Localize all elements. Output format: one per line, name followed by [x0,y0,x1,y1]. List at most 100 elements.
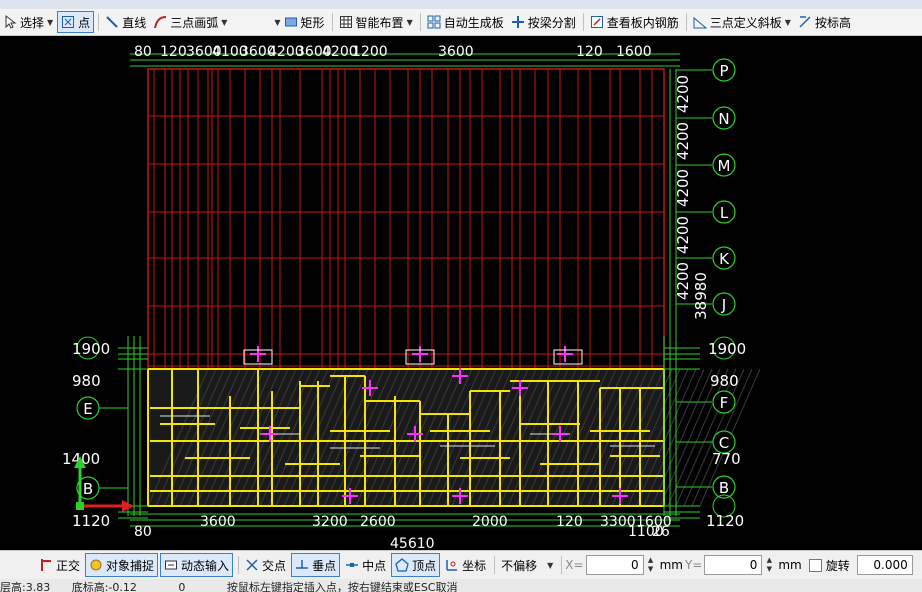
command-hint: 按鼠标左键指定插入点，按右键结束或ESC取消 [226,581,458,592]
ucs-origin [76,502,84,510]
dimension-label: 2600 [360,514,396,530]
rect-button[interactable]: 矩形 [281,12,328,32]
toolbar-separator [419,13,421,31]
line-button[interactable]: 直线 [102,12,149,32]
axis-label: P [719,62,728,80]
dimension-label: 1600 [636,514,672,530]
slope-icon [693,15,708,29]
toolbar-separator [685,13,687,31]
x-label: X= [565,558,584,572]
checkbox-icon[interactable] [808,558,822,572]
rebar-view-icon [590,15,604,29]
object-snap-toggle[interactable]: 对象捕捉 [85,553,159,577]
split-by-beam-button[interactable]: 按梁分割 [508,12,579,32]
y-offset-input[interactable]: 0 ▲ ▼ [704,555,772,575]
dimension-label: 980 [710,372,739,390]
elevation-icon [798,15,812,29]
axis-label: L [720,204,729,222]
chevron-down-icon: ▼ [547,560,554,570]
dimension-label: 120 [556,514,583,530]
perpendicular-snap-toggle[interactable]: 垂点 [291,553,341,577]
drawing-canvas[interactable]: P N M L K J F C B E B 4200 4200 4200 4200 4200 38980 1900… [0,36,922,550]
arc-icon [153,15,167,29]
plan-block [147,368,665,507]
dimension-label: 45610 [390,536,435,550]
three-point-slope-button[interactable]: 三点定义斜板 ▼ [690,12,794,32]
dimension-label: 1900 [72,340,110,358]
dimension-label: 4200 [674,122,692,160]
dimension-label: 3200 [312,514,348,530]
axis-label: M [718,157,731,175]
dynamic-input-toggle[interactable]: 动态输入 [160,553,234,577]
slab-grid-icon [427,15,441,29]
axis-label: E [83,400,92,418]
chevron-down-icon[interactable]: ▼ [785,18,791,27]
dimension-label: 1120 [706,512,744,530]
toolbar-separator [98,13,100,31]
base-elevation: 底标高:-0.12 [71,581,137,592]
dimension-label: 4200 [674,75,692,113]
toolbar-separator [582,13,584,31]
floor-height: 层高:3.83 [0,581,51,592]
rotate-angle-input[interactable]: 0.000 [856,555,913,575]
by-elevation-button[interactable]: 按标高 [795,12,854,32]
coordinate-snap-toggle[interactable]: 坐标 [442,554,489,576]
axis-label: N [718,110,729,128]
rotate-checkbox[interactable]: 旋转 [806,554,853,576]
point-button[interactable]: 点 [57,11,95,33]
intersect-icon [245,558,259,572]
coordinate-icon [445,558,459,572]
select-button[interactable]: 选择 ▼ [0,12,56,32]
snap-icon [89,558,103,572]
split-icon [511,15,525,29]
cad-drawing[interactable]: PNMLKJFCBEB42004200420042004200 389801900… [0,36,922,550]
arc-button[interactable]: 三点画弧 ▼ [150,12,230,32]
dimension-label: 120 [160,44,187,60]
dimension-label: 80 [134,44,152,60]
dimension-label: 3600 [200,514,236,530]
spinner-icon[interactable]: ▲ ▼ [645,556,657,574]
ortho-toggle[interactable]: 正交 [36,554,83,576]
status-separator [494,556,496,574]
axis-label: B [83,480,93,498]
status-separator [238,556,240,574]
y-label: Y= [684,558,703,572]
dimension-label: 2000 [472,514,508,530]
dimension-label: 1120 [72,512,110,530]
toolbar-separator [331,13,333,31]
vertex-snap-toggle[interactable]: 顶点 [391,553,441,577]
status-toolbar: 正交 对象捕捉 动态输入 交点 垂点 中点 顶点 坐标 不偏移 ▼ X= 0 ▲ ▼ … [0,550,922,579]
offset-select[interactable]: 不偏移 ▼ [498,554,556,576]
auto-generate-slab-button[interactable]: 自动生成板 [424,12,507,32]
dimension-label: 80 [134,524,152,540]
perpendicular-icon [295,558,309,572]
axis-label: J [721,296,726,314]
view-rebar-button[interactable]: 查看板内钢筋 [587,12,682,32]
intersect-snap-toggle[interactable]: 交点 [242,554,289,576]
chevron-down-icon[interactable]: ▼ [407,18,413,27]
x-unit: mm [659,558,683,572]
dimension-label: 120 [576,44,603,60]
dimension-label: 3600 [438,44,474,60]
chevron-down-icon[interactable]: ▼ [221,18,227,27]
dimension-label: 770 [712,450,741,468]
info-zero: 0 [178,581,186,592]
ortho-icon [39,558,53,572]
vertex-icon [395,558,409,572]
dimension-label: 1600 [616,44,652,60]
rectangle-icon [284,15,298,29]
midpoint-icon [345,558,359,572]
smart-layout-button[interactable]: 智能布置 ▼ [336,12,416,32]
spinner-icon[interactable]: ▲ ▼ [763,556,775,574]
dimension-label: 1200 [352,44,388,60]
chevron-down-icon[interactable]: ▼ [47,18,53,27]
cursor-icon [3,14,17,29]
midpoint-snap-toggle[interactable]: 中点 [342,554,389,576]
axis-label: F [720,394,729,412]
info-bar: 层高:3.83 底标高:-0.12 0 按鼠标左键指定插入点，按右键结束或ESC… [0,579,922,592]
y-unit: mm [778,558,802,572]
axis-label: K [719,250,730,268]
dimension-label: 38980 [692,272,710,320]
dimension-label: 4200 [674,216,692,254]
x-offset-input[interactable]: 0 ▲ ▼ [585,555,653,575]
